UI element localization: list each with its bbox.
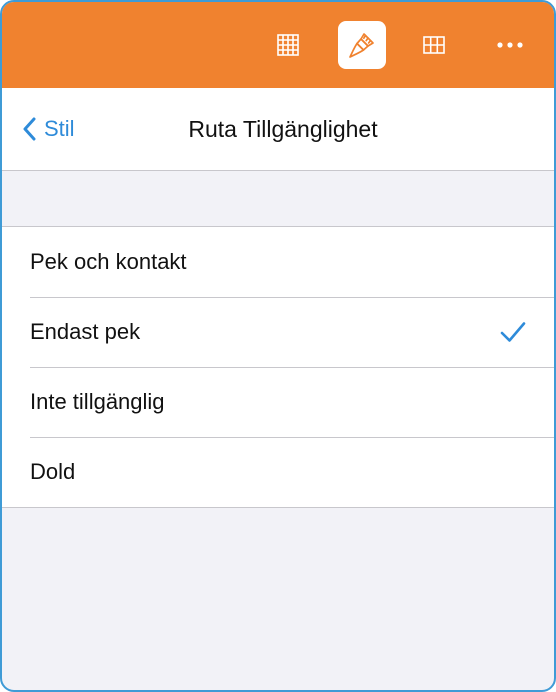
- checkmark-icon: [500, 322, 526, 342]
- more-icon: [497, 42, 523, 48]
- accessibility-options-list: Pek och kontakt Endast pek Inte tillgäng…: [2, 226, 554, 508]
- option-label: Endast pek: [30, 319, 141, 344]
- option-label: Dold: [30, 459, 76, 484]
- navigation-bar: Stil Ruta Tillgänglighet: [2, 88, 554, 171]
- table-format-button[interactable]: [264, 21, 312, 69]
- option-pek-och-kontakt[interactable]: Pek och kontakt: [2, 227, 554, 297]
- table-grid-icon: [277, 34, 299, 56]
- option-dold[interactable]: Dold: [2, 437, 554, 507]
- option-label: Pek och kontakt: [30, 249, 187, 274]
- style-format-button[interactable]: [338, 21, 386, 69]
- popover-panel: Stil Ruta Tillgänglighet Pek och kontakt…: [0, 0, 556, 692]
- cell-grid-icon: [423, 36, 445, 54]
- page-title: Ruta Tillgänglighet: [188, 116, 378, 142]
- paintbrush-icon: [349, 33, 374, 58]
- option-endast-pek[interactable]: Endast pek: [2, 297, 554, 367]
- option-inte-tillganglig[interactable]: Inte tillgänglig: [2, 367, 554, 437]
- format-toolbar: [2, 2, 554, 88]
- more-button[interactable]: [486, 21, 534, 69]
- cell-format-button[interactable]: [410, 21, 458, 69]
- option-label: Inte tillgänglig: [30, 389, 165, 414]
